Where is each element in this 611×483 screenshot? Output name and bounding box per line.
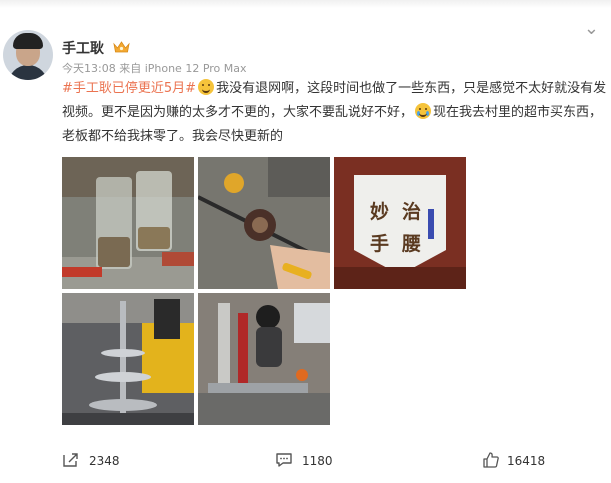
crown-badge-icon[interactable] <box>113 40 130 54</box>
more-dots-icon[interactable]: ⌄ <box>584 20 599 38</box>
username[interactable]: 手工耿 <box>62 38 104 58</box>
laughing-emoji-icon <box>198 79 215 95</box>
post-image-4[interactable] <box>62 293 194 425</box>
hashtag-link[interactable]: #手工耿已停更近5月# <box>62 81 196 96</box>
post-image-3[interactable]: 妙 治 手 腰 <box>334 157 466 289</box>
post-image-5[interactable] <box>198 293 330 425</box>
thumbs-up-icon[interactable] <box>482 452 500 468</box>
share-arrow-icon[interactable] <box>62 452 80 468</box>
post-image-2[interactable] <box>198 157 330 289</box>
post-meta: 今天13:08 来自 iPhone 12 Pro Max <box>62 62 247 75</box>
comment-count: 1180 <box>302 454 333 468</box>
crying-emoji-icon <box>415 103 432 119</box>
post-content: #手工耿已停更近5月# 我没有退网啊，这段时间也做了一些东西，只是感觉不太好就没有… <box>62 77 607 149</box>
comment-bubble-icon[interactable] <box>275 452 293 468</box>
top-divider <box>0 0 611 8</box>
like-count: 16418 <box>507 454 546 468</box>
repost-count: 2348 <box>89 454 120 468</box>
avatar[interactable] <box>3 30 53 80</box>
post-image-1[interactable] <box>62 157 194 289</box>
